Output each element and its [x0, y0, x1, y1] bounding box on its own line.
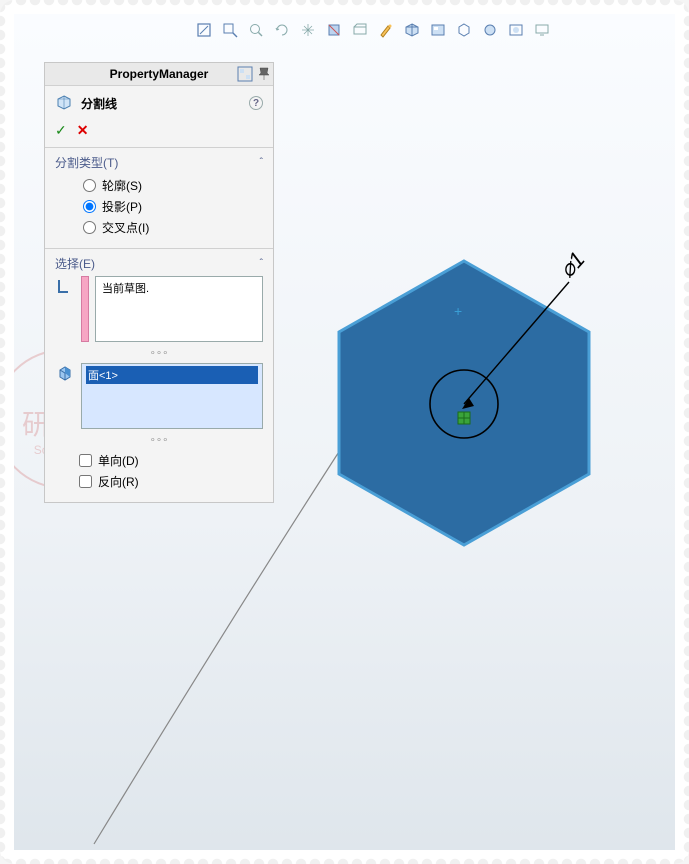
radio-projection-input[interactable] [83, 200, 96, 213]
tool-zoom-fit[interactable] [194, 20, 214, 40]
check-reverse-label: 反向(R) [98, 473, 139, 490]
sketch-highlight-bar [81, 276, 89, 342]
sketch-origin-icon [458, 412, 470, 424]
feature-title-row: 分割线 ? [45, 86, 273, 118]
section-header-split-type[interactable]: 分割类型(T) ˆ [55, 154, 263, 171]
tool-zoom-dynamic[interactable] [246, 20, 266, 40]
face-cube-icon [55, 363, 75, 383]
radio-intersection[interactable]: 交叉点(I) [83, 217, 263, 238]
radio-projection[interactable]: 投影(P) [83, 196, 263, 217]
selection-header-label: 选择(E) [55, 255, 95, 272]
tool-scene[interactable] [454, 20, 474, 40]
check-single-direction-label: 单向(D) [98, 452, 139, 469]
check-single-direction-input[interactable] [79, 454, 92, 467]
help-button[interactable]: ? [249, 96, 263, 110]
tool-render[interactable] [480, 20, 500, 40]
sketch-point-marker: + [454, 303, 462, 319]
cancel-button[interactable]: ✕ [77, 122, 89, 139]
tool-section[interactable] [324, 20, 344, 40]
check-single-direction[interactable]: 单向(D) [55, 450, 263, 471]
tool-rotate[interactable] [272, 20, 292, 40]
section-selection: 选择(E) ˆ 当前草图. ∘∘∘ [45, 248, 273, 502]
tool-monitor[interactable] [532, 20, 552, 40]
tool-view-iso[interactable] [402, 20, 422, 40]
sketch-selection-list[interactable]: 当前草图. [95, 276, 263, 342]
sketch-selection-block: 当前草图. [55, 276, 263, 342]
feature-cube-icon [55, 94, 73, 112]
chevron-up-icon: ˆ [260, 157, 263, 168]
pm-title: PropertyManager [110, 67, 209, 81]
app-window: PropertyManager 分割线 ? [0, 0, 689, 864]
check-reverse[interactable]: 反向(R) [55, 471, 263, 492]
face-selection-list[interactable]: 面<1> [81, 363, 263, 429]
stamp-border-top [0, 0, 689, 7]
svg-text:⌀1: ⌀1 [554, 247, 590, 283]
list-item[interactable]: 当前草图. [100, 279, 258, 297]
face-selection-block: 面<1> [55, 363, 263, 429]
resize-handle[interactable]: ∘∘∘ [55, 435, 263, 446]
tool-zoom-area[interactable] [220, 20, 240, 40]
construction-arc [94, 444, 344, 844]
radio-intersection-input[interactable] [83, 221, 96, 234]
tool-apply-scene[interactable] [506, 20, 526, 40]
confirm-row: ✓ ✕ [45, 118, 273, 147]
section-split-type: 分割类型(T) ˆ 轮廓(S) 投影(P) 交叉点(I) [45, 147, 273, 248]
pm-header-badge-icon [237, 66, 253, 82]
stamp-border-right [682, 0, 689, 864]
stamp-border-left [0, 0, 7, 864]
split-type-options: 轮廓(S) 投影(P) 交叉点(I) [55, 175, 263, 238]
sketch-profile-icon [55, 276, 75, 296]
graphics-viewport[interactable]: PropertyManager 分割线 ? [14, 14, 675, 850]
section-header-selection[interactable]: 选择(E) ˆ [55, 255, 263, 272]
resize-handle[interactable]: ∘∘∘ [55, 348, 263, 359]
tool-display-style[interactable] [350, 20, 370, 40]
radio-projection-label: 投影(P) [102, 198, 142, 215]
pin-icon[interactable] [258, 66, 270, 80]
split-type-header-label: 分割类型(T) [55, 154, 118, 171]
list-item[interactable]: 面<1> [86, 366, 258, 384]
tool-hide-show[interactable] [428, 20, 448, 40]
radio-silhouette[interactable]: 轮廓(S) [83, 175, 263, 196]
chevron-up-icon: ˆ [260, 258, 263, 269]
stamp-border-bottom [0, 857, 689, 864]
pm-header: PropertyManager [45, 63, 273, 86]
view-toolbar [194, 20, 552, 40]
feature-name: 分割线 [81, 95, 117, 112]
ok-button[interactable]: ✓ [55, 122, 67, 139]
radio-silhouette-label: 轮廓(S) [102, 177, 142, 194]
property-manager-panel: PropertyManager 分割线 ? [44, 62, 274, 503]
radio-silhouette-input[interactable] [83, 179, 96, 192]
radio-intersection-label: 交叉点(I) [102, 219, 149, 236]
tool-appearance[interactable] [376, 20, 396, 40]
tool-pan[interactable] [298, 20, 318, 40]
check-reverse-input[interactable] [79, 475, 92, 488]
